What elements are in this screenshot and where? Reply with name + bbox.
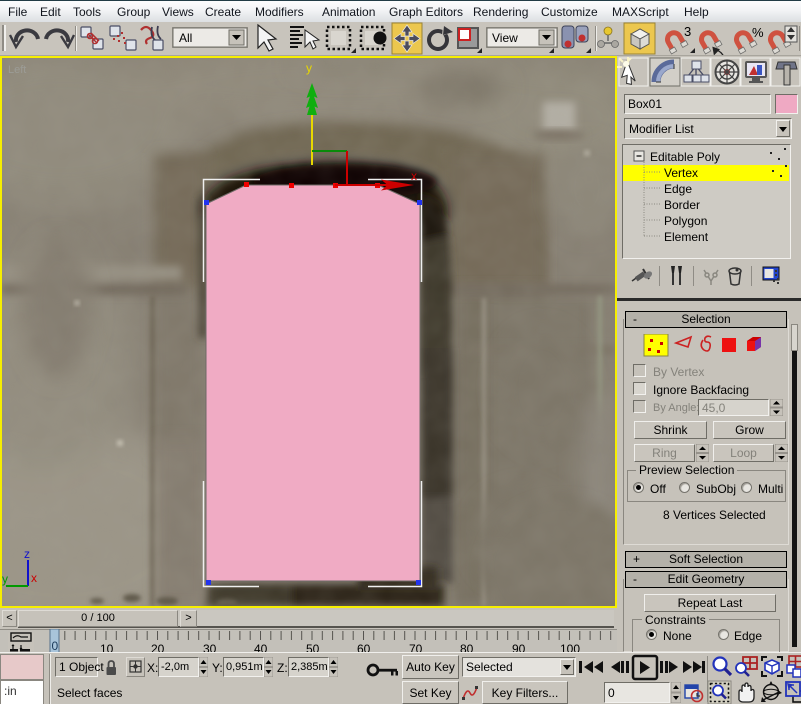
svg-text:%: %: [752, 25, 764, 40]
svg-text:All: All: [179, 31, 192, 45]
svg-text:0: 0: [52, 639, 59, 653]
svg-text:y: y: [2, 572, 8, 586]
svg-text:x: x: [31, 571, 37, 585]
svg-text:Polygon: Polygon: [664, 214, 707, 228]
svg-text:Left: Left: [8, 64, 26, 76]
svg-text:Editable Poly: Editable Poly: [650, 150, 720, 164]
svg-text:Element: Element: [664, 230, 709, 244]
svg-text:Vertex: Vertex: [664, 166, 698, 180]
svg-text:Border: Border: [664, 198, 700, 212]
svg-text:View: View: [492, 31, 518, 45]
svg-text:Edge: Edge: [664, 182, 692, 196]
svg-text:3: 3: [684, 24, 691, 39]
svg-text:x: x: [411, 169, 417, 183]
svg-text:y: y: [306, 61, 312, 75]
svg-text:z: z: [24, 547, 30, 561]
